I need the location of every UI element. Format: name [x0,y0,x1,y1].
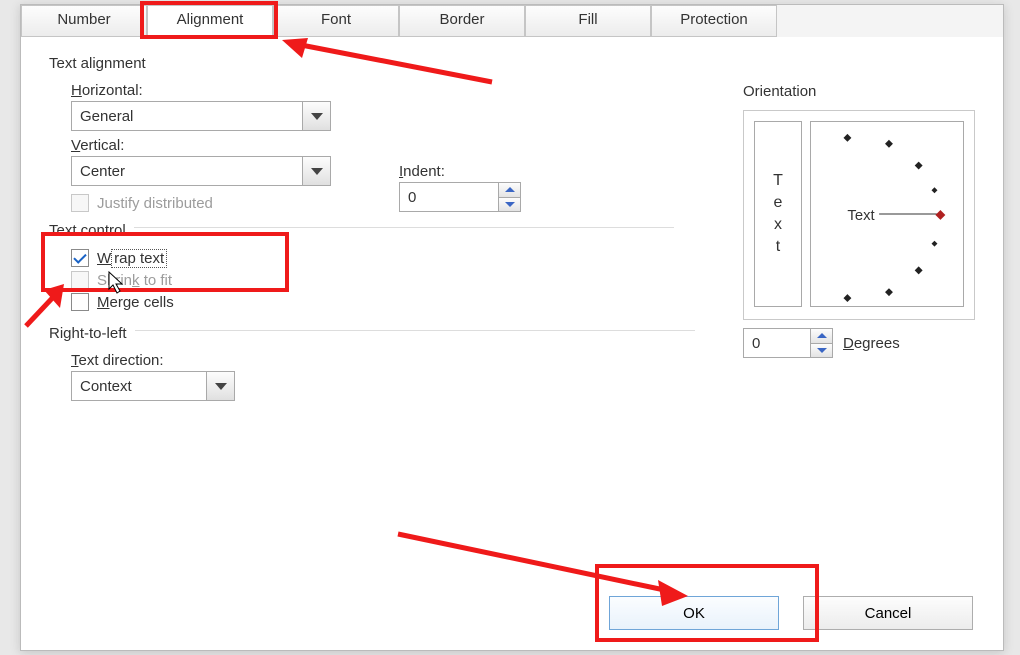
shrink-to-fit-label: Shrink to fit [97,272,172,289]
vertical-value: Center [80,163,125,180]
tab-alignment[interactable]: Alignment [147,5,273,37]
justify-distributed-checkbox [71,194,89,212]
ok-button[interactable]: OK [609,596,779,630]
tab-strip: Number Alignment Font Border Fill Protec… [21,5,1003,37]
degrees-value: 0 [752,335,760,352]
horizontal-label: Horizontal: [71,82,749,99]
wrap-text-checkbox[interactable] [71,249,89,267]
text-control-title: Text control [49,222,126,239]
spinner-up-icon[interactable] [499,183,520,197]
rtl-title: Right-to-left [49,325,127,342]
horizontal-combo[interactable]: General [71,101,331,131]
chevron-down-icon[interactable] [302,102,330,130]
indent-label: Indent: [399,163,521,180]
orientation-vertical-text[interactable]: T e x t [754,121,802,307]
justify-distributed-label: Justify distributed [97,195,213,212]
spinner-down-icon[interactable] [811,343,832,358]
text-alignment-title: Text alignment [49,55,749,72]
tab-font[interactable]: Font [273,5,399,37]
degrees-spinner[interactable]: 0 [743,328,833,358]
indent-spinner[interactable]: 0 [399,182,521,212]
orientation-frame: T e x t Text [743,110,975,320]
text-direction-combo[interactable]: Context [71,371,235,401]
chevron-down-icon[interactable] [206,372,234,400]
merge-cells-label: Merge cells [97,294,174,311]
shrink-to-fit-checkbox [71,271,89,289]
tab-protection[interactable]: Protection [651,5,777,37]
tab-number[interactable]: Number [21,5,147,37]
tab-fill[interactable]: Fill [525,5,651,37]
orientation-dial[interactable]: Text [810,121,964,307]
degrees-label: Degrees [843,335,900,352]
vertical-combo[interactable]: Center [71,156,331,186]
horizontal-value: General [80,108,133,125]
chevron-down-icon[interactable] [302,157,330,185]
vertical-label: Vertical: [71,137,749,154]
orientation-title: Orientation [743,83,975,100]
indent-value: 0 [408,189,416,206]
spinner-down-icon[interactable] [499,197,520,212]
text-direction-value: Context [80,378,132,395]
dial-text-label: Text [847,208,875,224]
cancel-button[interactable]: Cancel [803,596,973,630]
merge-cells-checkbox[interactable] [71,293,89,311]
alignment-panel: Text alignment Horizontal: General Verti… [21,37,1003,650]
format-cells-dialog: Number Alignment Font Border Fill Protec… [20,4,1004,651]
wrap-text-label: Wrap text [97,250,167,267]
tab-border[interactable]: Border [399,5,525,37]
spinner-up-icon[interactable] [811,329,832,343]
